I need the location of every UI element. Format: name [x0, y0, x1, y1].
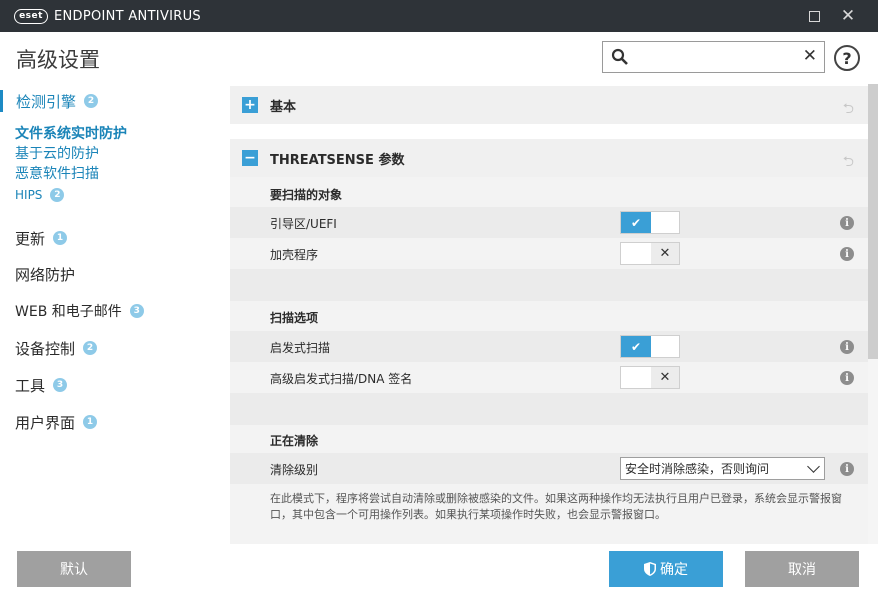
chevron-down-icon	[807, 460, 820, 473]
search-input[interactable]	[635, 46, 785, 68]
sidebar-item-label: 文件系统实时防护	[15, 126, 127, 142]
revert-icon[interactable]: ⮌	[843, 151, 854, 175]
toggle-switch-off[interactable]: ✕	[620, 366, 680, 389]
section-threatsense[interactable]: − THREATSENSE 参数 ⮌	[230, 139, 868, 177]
threatsense-body: 要扫描的对象 引导区/UEFI ✔ i 加壳程序 ✕ i 扫描选项 启发式扫描 …	[230, 177, 868, 544]
count-badge: 3	[53, 378, 68, 392]
info-icon[interactable]: i	[840, 247, 854, 261]
setting-label: 引导区/UEFI	[270, 217, 337, 231]
count-badge: 2	[50, 188, 65, 202]
sidebar-item-label: 恶意软件扫描	[15, 166, 99, 182]
section-basic[interactable]: + 基本 ⮌	[230, 86, 868, 124]
check-icon: ✔	[621, 336, 651, 357]
sidebar-item-web-email[interactable]: WEB 和电子邮件 3	[0, 300, 215, 322]
shield-icon	[644, 562, 656, 576]
count-badge: 3	[129, 304, 144, 318]
info-icon[interactable]: i	[840, 340, 854, 354]
default-button[interactable]: 默认	[17, 551, 131, 587]
scrollbar[interactable]	[868, 84, 878, 544]
toggle-switch-on[interactable]: ✔	[620, 211, 680, 234]
page-title: 高级设置	[16, 48, 100, 72]
sidebar-item-malware-scan[interactable]: 恶意软件扫描	[0, 163, 215, 183]
sidebar-item-user-interface[interactable]: 用户界面 1	[0, 411, 215, 433]
maximize-icon	[808, 10, 820, 22]
count-badge: 1	[83, 415, 98, 429]
sidebar-item-hips[interactable]: HIPS 2	[0, 185, 215, 205]
sidebar-item-label: 检测引擎	[16, 92, 77, 111]
group-title-cleaning: 正在清除	[270, 434, 319, 448]
info-icon[interactable]: i	[840, 371, 854, 385]
setting-label: 高级启发式扫描/DNA 签名	[270, 372, 413, 386]
spacer	[230, 393, 868, 425]
x-icon: ✕	[651, 367, 679, 388]
setting-label: 清除级别	[270, 463, 319, 477]
eset-logo: eset	[14, 8, 48, 24]
sidebar-item-device-control[interactable]: 设备控制 2	[0, 337, 215, 359]
sidebar-item-label: 更新	[15, 229, 46, 248]
setting-label: 加壳程序	[270, 248, 319, 262]
toggle-switch-off[interactable]: ✕	[620, 242, 680, 265]
section-title: THREATSENSE 参数	[270, 152, 405, 168]
sidebar-item-label: 网络防护	[15, 265, 76, 284]
close-button[interactable]: ✕	[832, 0, 864, 32]
sidebar-item-label: HIPS	[15, 188, 43, 202]
check-icon: ✔	[621, 212, 651, 233]
sidebar-item-label: 基于云的防护	[15, 146, 99, 162]
dropdown-value: 安全时消除感染，否则询问	[625, 462, 770, 476]
section-title: 基本	[270, 99, 297, 115]
sidebar-item-update[interactable]: 更新 1	[0, 227, 215, 249]
group-title-scan-targets: 要扫描的对象	[270, 188, 343, 202]
setting-label: 启发式扫描	[270, 341, 331, 355]
sidebar-item-cloud-protection[interactable]: 基于云的防护	[0, 143, 215, 163]
expand-icon[interactable]: +	[242, 97, 258, 113]
count-badge: 1	[53, 231, 68, 245]
clear-search-icon[interactable]: ✕	[803, 46, 817, 66]
toggle-switch-on[interactable]: ✔	[620, 335, 680, 358]
sidebar-item-network-protection[interactable]: 网络防护	[0, 263, 215, 285]
cancel-button[interactable]: 取消	[745, 551, 859, 587]
revert-icon[interactable]: ⮌	[843, 98, 854, 122]
sidebar-item-label: WEB 和电子邮件	[15, 304, 122, 320]
sidebar-item-tools[interactable]: 工具 3	[0, 374, 215, 396]
sidebar-item-detection-engine[interactable]: 检测引擎 2	[0, 90, 215, 112]
sidebar-item-label: 设备控制	[15, 339, 76, 358]
cleaning-description: 在此模式下，程序将尝试自动清除或删除被感染的文件。如果这两种操作均无法执行且用户…	[270, 492, 842, 521]
sidebar-item-realtime-protection[interactable]: 文件系统实时防护	[0, 123, 215, 143]
help-button[interactable]: ?	[834, 45, 860, 71]
search-box[interactable]: ✕	[602, 41, 825, 73]
group-title-scan-options: 扫描选项	[270, 311, 319, 325]
close-icon: ✕	[840, 5, 856, 26]
sidebar-item-label: 用户界面	[15, 413, 76, 432]
maximize-button[interactable]	[798, 0, 830, 32]
setting-row-advanced-heuristics: 高级启发式扫描/DNA 签名 ✕ i	[230, 362, 868, 393]
setting-row-boot-sector: 引导区/UEFI ✔ i	[230, 207, 868, 238]
count-badge: 2	[84, 94, 99, 108]
setting-row-cleaning-level: 清除级别 安全时消除感染，否则询问 i	[230, 453, 868, 484]
ok-button[interactable]: 确定	[609, 551, 723, 587]
x-icon: ✕	[651, 243, 679, 264]
settings-panel: + 基本 ⮌ − THREATSENSE 参数 ⮌ 要扫描的对象 引导区/UEF…	[230, 84, 868, 544]
sidebar-item-label: 工具	[15, 376, 46, 395]
setting-row-packers: 加壳程序 ✕ i	[230, 238, 868, 269]
setting-row-heuristics: 启发式扫描 ✔ i	[230, 331, 868, 362]
info-icon[interactable]: i	[840, 216, 854, 230]
ok-button-label: 确定	[660, 562, 688, 578]
collapse-icon[interactable]: −	[242, 150, 258, 166]
title-bar: eset ENDPOINT ANTIVIRUS ✕	[0, 0, 878, 32]
count-badge: 2	[83, 341, 98, 355]
spacer	[230, 269, 868, 301]
info-icon[interactable]: i	[840, 462, 854, 476]
app-title: ENDPOINT ANTIVIRUS	[54, 8, 201, 24]
cleaning-level-dropdown[interactable]: 安全时消除感染，否则询问	[620, 457, 825, 480]
scrollbar-thumb[interactable]	[868, 84, 878, 359]
search-icon	[611, 48, 628, 65]
